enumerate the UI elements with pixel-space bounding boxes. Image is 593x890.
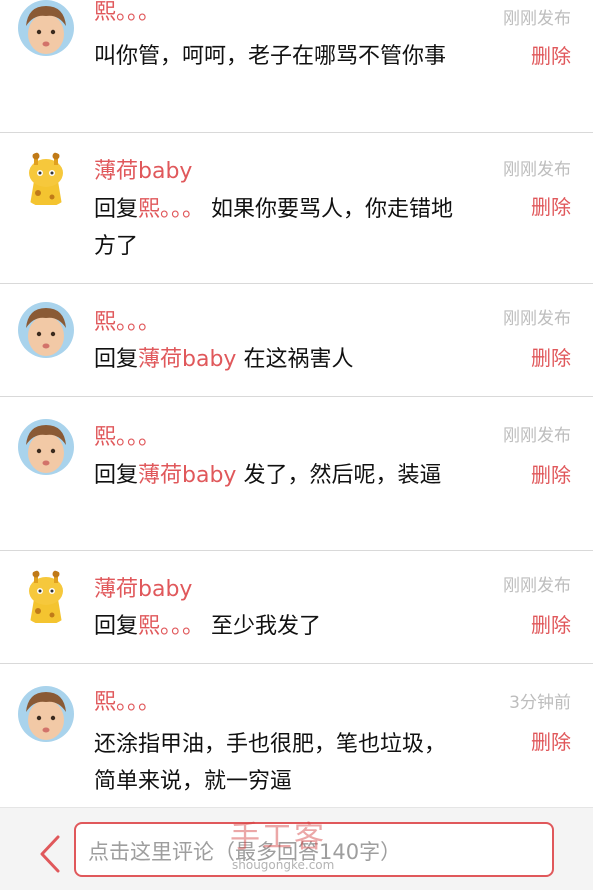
comment-text: 回复熙。。。 如果你要骂人，你走错地方了 xyxy=(94,191,464,265)
boy-avatar-icon xyxy=(18,686,74,742)
comment-author[interactable]: 薄荷baby xyxy=(94,153,192,185)
avatar[interactable] xyxy=(18,686,74,742)
delete-button[interactable]: 删除 xyxy=(531,609,571,638)
comment-body: 发了，然后呢，装逼 xyxy=(236,463,442,488)
reply-prefix: 回复 xyxy=(94,197,139,222)
comment-text: 回复薄荷baby 在这祸害人 xyxy=(94,341,464,378)
comment-item: 熙。。。 刚刚发布 叫你管，呵呵，老子在哪骂不管你事 删除 xyxy=(0,0,593,133)
comment-item: 熙。。。 3分钟前 还涂指甲油，手也很肥，笔也垃圾，简单来说，就一穷逼 删除 xyxy=(0,664,593,808)
comment-author[interactable]: 熙。。。 xyxy=(94,419,160,451)
avatar[interactable] xyxy=(18,569,74,625)
comment-bar: 点击这里评论（最多回答140字） xyxy=(0,807,593,890)
comment-time: 刚刚发布 xyxy=(503,309,571,329)
comment-author[interactable]: 薄荷baby xyxy=(94,571,192,603)
comment-time: 刚刚发布 xyxy=(503,160,571,180)
comment-item: 熙。。。 刚刚发布 回复薄荷baby 发了，然后呢，装逼 删除 xyxy=(0,397,593,551)
delete-button[interactable]: 删除 xyxy=(531,191,571,220)
chevron-left-icon[interactable] xyxy=(36,834,66,874)
comment-time: 刚刚发布 xyxy=(503,9,571,29)
comment-body: 叫你管，呵呵，老子在哪骂不管你事 xyxy=(94,44,447,69)
comment-item: 薄荷baby 刚刚发布 回复熙。。。 至少我发了 删除 xyxy=(0,551,593,664)
reply-to-user[interactable]: 薄荷baby xyxy=(138,347,236,372)
comment-text: 回复薄荷baby 发了，然后呢，装逼 xyxy=(94,457,464,494)
comment-time: 刚刚发布 xyxy=(503,426,571,446)
reply-prefix: 回复 xyxy=(94,347,139,372)
comment-time: 3分钟前 xyxy=(509,693,571,713)
giraffe-avatar-icon xyxy=(18,569,74,625)
boy-avatar-icon xyxy=(18,419,74,475)
reply-prefix: 回复 xyxy=(94,463,139,488)
avatar[interactable] xyxy=(18,419,74,475)
delete-button[interactable]: 删除 xyxy=(531,40,571,69)
comment-input[interactable]: 点击这里评论（最多回答140字） xyxy=(74,822,554,877)
comment-body: 在这祸害人 xyxy=(236,347,354,372)
comment-author[interactable]: 熙。。。 xyxy=(94,684,160,716)
reply-to-user[interactable]: 熙。。。 xyxy=(138,614,204,639)
avatar[interactable] xyxy=(18,0,74,56)
reply-prefix: 回复 xyxy=(94,614,139,639)
comment-body: 至少我发了 xyxy=(204,614,322,639)
delete-button[interactable]: 删除 xyxy=(531,459,571,488)
comment-author[interactable]: 熙。。。 xyxy=(94,304,160,336)
comment-author[interactable]: 熙。。。 xyxy=(94,0,160,26)
giraffe-avatar-icon xyxy=(18,151,74,207)
comment-body: 还涂指甲油，手也很肥，笔也垃圾，简单来说，就一穷逼 xyxy=(94,732,447,794)
comment-text: 叫你管，呵呵，老子在哪骂不管你事 xyxy=(94,38,464,75)
reply-to-user[interactable]: 熙。。。 xyxy=(138,197,204,222)
comment-text: 回复熙。。。 至少我发了 xyxy=(94,608,464,645)
avatar[interactable] xyxy=(18,302,74,358)
boy-avatar-icon xyxy=(18,0,74,56)
delete-button[interactable]: 删除 xyxy=(531,342,571,371)
comment-time: 刚刚发布 xyxy=(503,576,571,596)
comment-item: 薄荷baby 刚刚发布 回复熙。。。 如果你要骂人，你走错地方了 删除 xyxy=(0,133,593,284)
comment-text: 还涂指甲油，手也很肥，笔也垃圾，简单来说，就一穷逼 xyxy=(94,726,464,800)
comment-item: 熙。。。 刚刚发布 回复薄荷baby 在这祸害人 删除 xyxy=(0,284,593,397)
delete-button[interactable]: 删除 xyxy=(531,726,571,755)
reply-to-user[interactable]: 薄荷baby xyxy=(138,463,236,488)
boy-avatar-icon xyxy=(18,302,74,358)
avatar[interactable] xyxy=(18,151,74,207)
